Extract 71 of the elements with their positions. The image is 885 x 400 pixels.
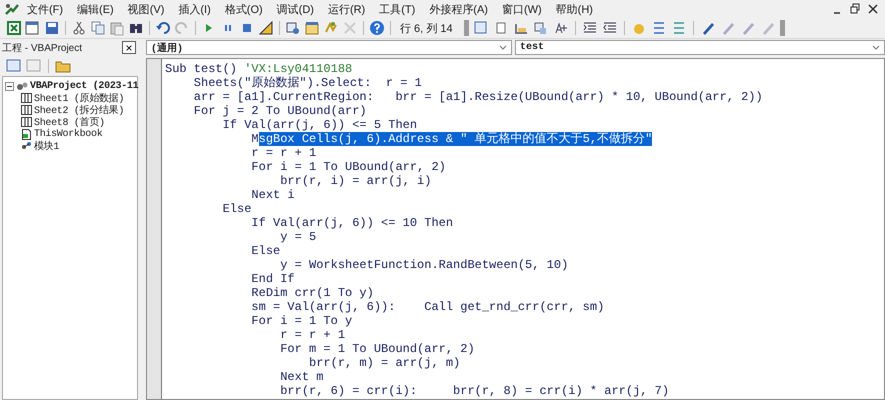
tree-item[interactable]: 模块1 (34, 139, 60, 153)
code-line: End If (250, 272, 296, 286)
undo-icon[interactable] (155, 20, 171, 36)
project-icon[interactable] (285, 20, 301, 36)
complete-word-icon[interactable] (553, 20, 569, 36)
menu-item[interactable]: 工具(T) (372, 2, 422, 16)
code-line: brr(r, 6) = crr(i): brr(r, 8) = crr(i) * arr(j, 7) (279, 384, 670, 398)
code-line: ReDim crr(1 To y) (250, 286, 375, 300)
code-line: For m = 1 To UBound(arr, 2) (279, 342, 476, 356)
close-button[interactable]: × (122, 41, 136, 54)
project-icon (16, 80, 28, 92)
code-line: y = 5 (280, 230, 318, 244)
menu-item[interactable]: 文件(F) (20, 2, 70, 16)
copy-icon[interactable] (90, 20, 106, 36)
code-line: Sub test() 'VX:Lsy04110188 (165, 62, 354, 76)
workbook-icon (21, 128, 32, 140)
menu-item[interactable]: 外接程序(A) (422, 2, 495, 16)
code-line: For j = 2 To UBound(arr) (192, 104, 368, 118)
collapse-icon[interactable] (5, 82, 14, 90)
code-line: If Val(arr(j, 6)) <= 5 Then (222, 118, 418, 132)
caret-icon (499, 44, 507, 50)
code-line: brr(r, i) = arr(j, i) (279, 174, 432, 188)
toolbar-grip[interactable] (780, 20, 785, 36)
excel-icon[interactable] (6, 20, 22, 36)
save-icon[interactable] (44, 20, 60, 36)
code-line: Sheets("原始数据").Select: r = 1 (192, 76, 423, 90)
code-line: brr(r, m) = arr(j, m) (308, 356, 462, 370)
module-icon (21, 141, 32, 151)
code-line: Else (250, 244, 282, 258)
parameter-info-icon[interactable] (533, 20, 549, 36)
code-line: arr = [a1].CurrentRegion: brr = [a1].Resize(UBound(arr) * 10, UBound(arr, 2)) (192, 90, 763, 104)
menu-item[interactable]: 运行(R) (320, 2, 372, 16)
object-dropdown[interactable]: (通用) (146, 40, 512, 55)
pane-title: 工程 - VBAProject (2, 42, 82, 54)
tree-item[interactable]: Sheet2 (拆分结果) (34, 103, 124, 117)
menu-item[interactable]: 窗口(W) (494, 2, 549, 16)
cursor-position: 行 6, 列 14 (400, 22, 453, 36)
scissors-icon[interactable] (71, 20, 87, 36)
code-line: MsgBox Cells(j, 6).Address & " 单元格中的值不大于5,不做拆分" (250, 132, 654, 146)
menu-item[interactable]: 帮助(H) (548, 2, 600, 16)
code-line: Next i (251, 188, 296, 202)
code-line: r = r + 1 (250, 146, 318, 160)
code-line: For i = 1 To UBound(arr, 2) (250, 160, 447, 174)
code-line: r = r + 1 (279, 328, 346, 342)
code-line: sm = Val(arr(j, 6)): Call get_rnd_crr(crr, sm) (250, 300, 606, 314)
sheet-icon (21, 117, 32, 127)
sheet-icon (21, 93, 32, 103)
menu-item[interactable]: 调试(D) (270, 2, 321, 16)
code-line: Next m (279, 370, 324, 384)
view-code-icon[interactable] (6, 58, 22, 74)
menu-item[interactable]: 视图(V) (120, 2, 172, 16)
caret-icon (872, 44, 880, 50)
sheet-icon (21, 105, 32, 115)
code-line: Else (222, 202, 252, 216)
toolbar-grip[interactable] (464, 20, 469, 36)
tree-item[interactable]: Sheet8 (首页) (34, 115, 105, 129)
code-line: For i = 1 To y (250, 314, 354, 328)
tree-item[interactable]: Sheet1 (原始数据) (34, 91, 124, 105)
tree-item[interactable]: VBAProject (2023-11 (30, 80, 138, 92)
procedure-dropdown[interactable]: test (515, 40, 885, 55)
menu-item[interactable]: 编辑(E) (70, 2, 121, 16)
menu-item[interactable]: 插入(I) (171, 2, 218, 16)
help-icon[interactable] (369, 20, 385, 36)
properties-icon[interactable] (304, 20, 320, 36)
tree-item[interactable]: ThisWorkbook (34, 128, 102, 140)
list-properties-icon[interactable] (473, 20, 489, 36)
code-line: y = WorksheetFunction.RandBetween(5, 10) (279, 258, 570, 272)
form-icon[interactable] (25, 20, 41, 36)
code-line: If Val(arr(j, 6)) <= 10 Then (250, 216, 454, 230)
app-logo-icon (4, 2, 20, 16)
menu-item[interactable]: 格式(O) (218, 2, 270, 16)
